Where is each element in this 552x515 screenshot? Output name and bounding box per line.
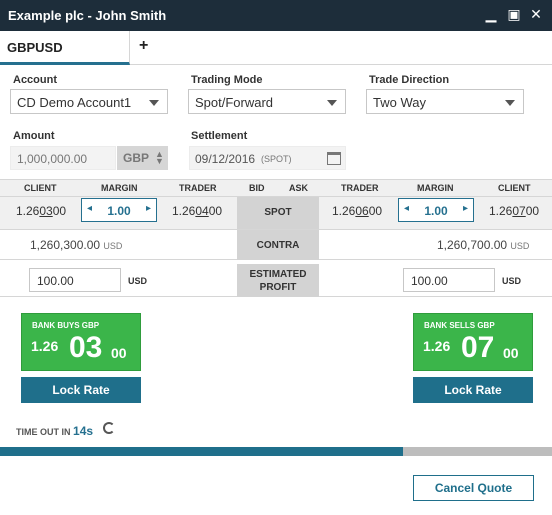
- profit-cell: ESTIMATED PROFIT: [237, 264, 319, 297]
- window-title: Example plc - John Smith: [8, 8, 167, 23]
- bank-sells-fraction: 00: [503, 345, 519, 361]
- header-client-bid: CLIENT: [24, 183, 57, 193]
- tab-bar: GBPUSD +: [0, 31, 552, 65]
- trade-direction-label: Trade Direction: [369, 74, 450, 86]
- bank-buys-big-figure: 1.26: [31, 338, 59, 354]
- profit-right-input[interactable]: 100.00: [403, 268, 495, 292]
- profit-right-ccy: USD: [502, 276, 522, 286]
- header-ask: ASK: [289, 183, 309, 193]
- bank-buys-caption: BANK BUYS GBP: [32, 321, 100, 330]
- refresh-icon[interactable]: [103, 422, 115, 434]
- currency-select[interactable]: GBP ▲ ▼: [117, 146, 168, 170]
- chevron-down-icon: [327, 100, 337, 106]
- progress-fill: [0, 447, 403, 456]
- bid-margin-value: 1.00: [107, 204, 131, 218]
- bid-margin-stepper[interactable]: ◂ 1.00 ▸: [81, 198, 157, 222]
- header-trader-ask: TRADER: [341, 183, 379, 193]
- spot-label: SPOT: [264, 207, 292, 218]
- ask-margin-stepper[interactable]: ◂ 1.00 ▸: [398, 198, 474, 222]
- trading-mode-select[interactable]: Spot/Forward: [188, 89, 346, 114]
- bank-buys-pips: 03: [69, 331, 103, 364]
- ask-trader-rate: 1.260600: [332, 204, 383, 218]
- header-trader-bid: TRADER: [179, 183, 217, 193]
- header-margin-bid: MARGIN: [101, 183, 138, 193]
- account-value: CD Demo Account1: [17, 95, 132, 110]
- contra-left-amount: 1,260,300.00 USD: [30, 238, 123, 252]
- settlement-date: 09/12/2016: [195, 152, 256, 166]
- contra-label: CONTRA: [256, 240, 300, 251]
- trade-direction-select[interactable]: Two Way: [366, 89, 524, 114]
- bank-sells-caption: BANK SELLS GBP: [424, 321, 495, 330]
- bid-trader-rate: 1.260400: [172, 204, 223, 218]
- amount-label: Amount: [13, 130, 55, 142]
- profit-label-2: PROFIT: [259, 282, 297, 293]
- minimize-icon[interactable]: ▁: [483, 6, 499, 24]
- lock-rate-sell-button[interactable]: Lock Rate: [413, 377, 533, 403]
- settlement-date-input[interactable]: 09/12/2016 (SPOT): [189, 146, 346, 170]
- settlement-label: Settlement: [191, 130, 248, 142]
- bid-client-rate: 1.260300: [16, 204, 67, 218]
- profit-left-value: 100.00: [37, 274, 74, 288]
- profit-left-ccy: USD: [128, 276, 148, 286]
- timeout-label: TIME OUT IN 14s: [16, 424, 94, 438]
- chevron-down-icon: [505, 100, 515, 106]
- contra-cell: CONTRA: [237, 230, 319, 260]
- amount-value: 1,000,000.00: [17, 152, 88, 166]
- account-select[interactable]: CD Demo Account1: [10, 89, 168, 114]
- maximize-icon[interactable]: ▣: [506, 6, 522, 24]
- profit-label-1: ESTIMATED: [249, 269, 307, 280]
- contra-right-amount: 1,260,700.00 USD: [437, 238, 530, 252]
- ask-margin-value: 1.00: [424, 204, 448, 218]
- header-client-ask: CLIENT: [498, 183, 531, 193]
- calendar-icon[interactable]: [327, 152, 341, 165]
- tab-gbpusd[interactable]: GBPUSD: [0, 31, 130, 65]
- profit-right-value: 100.00: [411, 274, 448, 288]
- trading-mode-value: Spot/Forward: [195, 95, 274, 110]
- lock-rate-buy-button[interactable]: Lock Rate: [21, 377, 141, 403]
- chevron-down-icon: [149, 100, 159, 106]
- spot-cell: SPOT: [237, 197, 319, 229]
- chevron-right-icon[interactable]: ▸: [146, 203, 151, 214]
- title-bar: Example plc - John Smith ▁ ▣ ✕: [0, 0, 552, 31]
- tab-label: GBPUSD: [7, 40, 63, 55]
- bank-sells-pips: 07: [461, 331, 495, 364]
- bank-buys-tile[interactable]: BANK BUYS GBP 1.26 03 00: [21, 313, 141, 371]
- amount-input[interactable]: 1,000,000.00: [10, 146, 116, 170]
- cancel-quote-button[interactable]: Cancel Quote: [413, 475, 534, 501]
- timeout-progress-bar: [0, 447, 552, 456]
- close-icon[interactable]: ✕: [528, 6, 544, 24]
- timeout-seconds: 14s: [73, 424, 94, 438]
- add-tab-icon[interactable]: +: [139, 37, 148, 55]
- trading-mode-label: Trading Mode: [191, 74, 263, 86]
- account-label: Account: [13, 74, 57, 86]
- currency-value: GBP: [123, 151, 150, 165]
- header-margin-ask: MARGIN: [417, 183, 454, 193]
- bank-sells-big-figure: 1.26: [423, 338, 451, 354]
- ask-client-rate: 1.260700: [489, 204, 540, 218]
- profit-left-input[interactable]: 100.00: [29, 268, 121, 292]
- chevron-right-icon[interactable]: ▸: [463, 203, 468, 214]
- up-down-icon: ▲ ▼: [155, 149, 164, 166]
- settlement-tenor: (SPOT): [261, 154, 292, 164]
- trade-direction-value: Two Way: [373, 95, 426, 110]
- bank-sells-tile[interactable]: BANK SELLS GBP 1.26 07 00: [413, 313, 533, 371]
- bank-buys-fraction: 00: [111, 345, 127, 361]
- header-bid: BID: [249, 183, 265, 193]
